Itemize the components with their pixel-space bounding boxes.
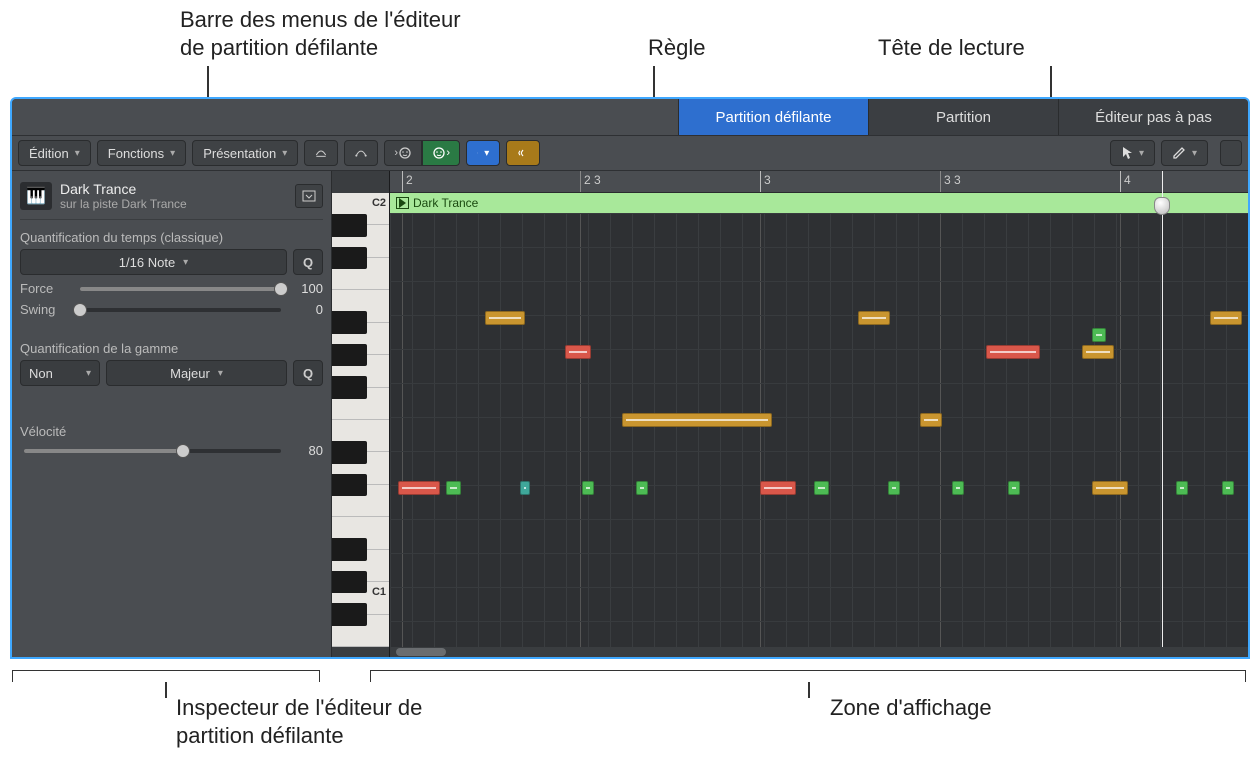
midi-note[interactable] [485,311,525,325]
editor-body: 🎹 Dark Trance sur la piste Dark Trance Q… [12,171,1248,657]
swing-slider[interactable] [80,308,281,312]
menu-presentation[interactable]: Présentation▾ [192,140,298,166]
midi-note[interactable] [858,311,890,325]
menu-edit[interactable]: Édition▾ [18,140,91,166]
midi-note[interactable] [636,481,648,495]
bracket-stem [165,682,167,698]
menu-functions[interactable]: Fonctions▾ [97,140,186,166]
velocity-section: Vélocité 80 [20,424,323,458]
swing-value: 0 [289,302,323,317]
scale-quantize-label: Quantification de la gamme [20,341,323,356]
tab-spacer [12,99,678,135]
time-quantize-label: Quantification du temps (classique) [20,230,323,245]
midi-note[interactable] [446,481,461,495]
scale-quantize-section: Quantification de la gamme Non▾ Majeur▾ … [20,341,323,386]
midi-note[interactable] [920,413,942,427]
midi-note[interactable] [1176,481,1188,495]
midi-note[interactable] [888,481,900,495]
region-name: Dark Trance [413,196,478,210]
midi-note[interactable] [1222,481,1234,495]
midi-note[interactable] [622,413,772,427]
piano-roll-inspector: 🎹 Dark Trance sur la piste Dark Trance Q… [12,171,332,657]
region-header[interactable]: Dark Trance [390,193,1248,213]
playhead-handle[interactable] [1154,197,1170,215]
midi-note[interactable] [1092,481,1128,495]
force-slider[interactable] [80,287,281,291]
annotation-ruler: Règle [648,34,705,62]
force-label: Force [20,281,72,296]
midi-note[interactable] [952,481,964,495]
velocity-value: 80 [289,443,323,458]
piano-roll-editor-window: Partition défilante Partition Éditeur pa… [10,97,1250,659]
catch-playhead-icon[interactable] [506,140,540,166]
note-grid[interactable] [390,213,1248,647]
velocity-slider[interactable] [24,449,281,453]
midi-note[interactable] [1092,328,1106,342]
playhead[interactable] [1162,171,1163,657]
instrument-icon: 🎹 [20,182,52,210]
midi-channel-icon[interactable]: ▾ [466,140,500,166]
midi-note[interactable] [1210,311,1242,325]
midi-note[interactable] [565,345,591,359]
velocity-label: Vélocité [20,424,323,439]
track-header: 🎹 Dark Trance sur la piste Dark Trance [20,177,323,220]
tab-piano-roll[interactable]: Partition défilante [678,99,868,135]
midi-note[interactable] [1008,481,1020,495]
midi-note[interactable] [582,481,594,495]
overflow-button[interactable] [1220,140,1242,166]
midi-note[interactable] [986,345,1040,359]
tool-selectors: ▾ ▾ [1110,140,1208,166]
midi-note[interactable] [1082,345,1114,359]
scrollbar-thumb[interactable] [396,648,446,656]
midi-note[interactable] [760,481,796,495]
scale-enable-select[interactable]: Non▾ [20,360,100,386]
time-quantize-section: Quantification du temps (classique) 1/16… [20,230,323,317]
bracket-inspector [12,670,320,682]
pencil-tool[interactable]: ▾ [1161,140,1208,166]
bracket-display [370,670,1246,682]
region-menu-button[interactable] [295,184,323,208]
ruler[interactable]: 22 333 34 [390,171,1248,193]
track-subtitle: sur la piste Dark Trance [60,197,187,211]
horizontal-scrollbar[interactable] [390,647,1248,657]
annotation-menubar: Barre des menus de l'éditeur de partitio… [180,6,461,61]
swing-label: Swing [20,302,72,317]
editor-view-tabs: Partition défilante Partition Éditeur pa… [12,99,1248,135]
annotation-playhead: Tête de lecture [878,34,1025,62]
tab-score[interactable]: Partition [868,99,1058,135]
force-slider-row: Force 100 [20,281,323,296]
midi-note[interactable] [398,481,440,495]
play-icon [399,198,406,208]
midi-in-icon[interactable]: › [384,140,422,166]
force-value: 100 [289,281,323,296]
swing-slider-row: Swing 0 [20,302,323,317]
bracket-stem [808,682,810,698]
midi-in-out-group: › › [384,140,460,166]
scale-quantize-button[interactable]: Q [293,360,323,386]
piano-roll-menu-bar: Édition▾ Fonctions▾ Présentation▾ › › ▾ [12,135,1248,171]
midi-note[interactable] [814,481,829,495]
piano-roll-display-area: C2C1 22 333 34 Dark Trance [332,171,1248,657]
snap-icon[interactable] [304,140,338,166]
piano-keyboard[interactable]: C2C1 [332,171,390,657]
scale-mode-select[interactable]: Majeur▾ [106,360,287,386]
midi-note[interactable] [520,481,530,495]
quantize-button[interactable]: Q [293,249,323,275]
automation-curve-icon[interactable] [344,140,378,166]
annotation-inspector: Inspecteur de l'éditeur de partition déf… [176,694,422,749]
note-grid-container: 22 333 34 Dark Trance [390,171,1248,657]
annotation-displayzone: Zone d'affichage [830,694,992,722]
tab-step-editor[interactable]: Éditeur pas à pas [1058,99,1248,135]
time-quantize-select[interactable]: 1/16 Note ▾ [20,249,287,275]
track-title: Dark Trance [60,181,187,197]
midi-out-icon[interactable]: › [422,140,460,166]
pointer-tool[interactable]: ▾ [1110,140,1155,166]
